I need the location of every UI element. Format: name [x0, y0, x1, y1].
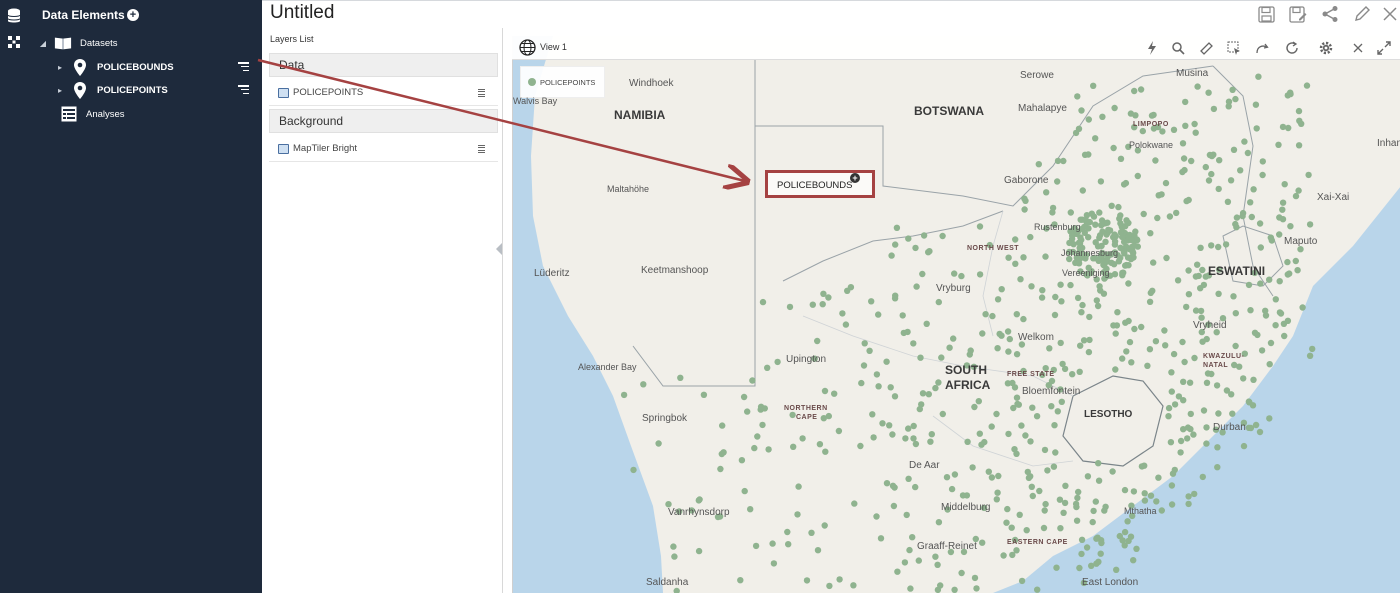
- city-label: Polokwane: [1129, 140, 1174, 150]
- city-label: Walvis Bay: [513, 96, 558, 106]
- gear-icon[interactable]: [1318, 40, 1334, 56]
- city-label: Welkom: [1018, 332, 1054, 343]
- city-label: De Aar: [909, 460, 940, 471]
- city-label: Middelburg: [941, 502, 991, 513]
- country-label: AFRICA: [945, 378, 991, 392]
- city-label: Graaff-Reinet: [917, 541, 977, 552]
- province-label: NATAL: [1203, 362, 1229, 369]
- city-label: Johannesburg: [1061, 248, 1119, 258]
- city-label: Maputo: [1284, 236, 1318, 247]
- province-label: EASTERN CAPE: [1007, 539, 1068, 546]
- close-icon[interactable]: [1350, 40, 1366, 56]
- search-icon[interactable]: [1170, 40, 1186, 56]
- annotation-arrow: [257, 58, 1400, 593]
- city-label: Saldanha: [646, 577, 689, 588]
- city-label: East London: [1082, 577, 1139, 588]
- city-label: Lüderitz: [534, 268, 570, 279]
- refresh-icon[interactable]: [1284, 40, 1300, 56]
- city-label: Upington: [786, 354, 827, 365]
- province-label: CAPE: [796, 414, 818, 421]
- province-label: KWAZULU-: [1203, 353, 1245, 360]
- city-label: Alexander Bay: [578, 362, 637, 372]
- country-label: BOTSWANA: [914, 104, 984, 118]
- city-label: Springbok: [642, 413, 688, 424]
- province-label: NORTHERN: [784, 405, 828, 412]
- map-view-toolbar: View 1: [512, 36, 1400, 60]
- country-label: LESOTHO: [1084, 409, 1133, 420]
- legend-swatch: [528, 78, 536, 86]
- ruler-icon[interactable]: [1198, 40, 1214, 56]
- redo-icon[interactable]: [1254, 40, 1270, 56]
- map-legend: POLICEPOINTS: [520, 66, 605, 98]
- city-label: Serowe: [1020, 70, 1054, 81]
- country-label: ESWATINI: [1208, 264, 1266, 278]
- province-label: LIMPOPO: [1133, 121, 1169, 128]
- city-label: Mahalapye: [1018, 103, 1067, 114]
- legend-label: POLICEPOINTS: [540, 78, 596, 87]
- callout-label: POLICEBOUNDS: [777, 180, 853, 191]
- city-label: Vryheid: [1193, 320, 1227, 331]
- globe-icon: [519, 39, 536, 56]
- city-label: Mthatha: [1124, 506, 1157, 516]
- lightning-icon[interactable]: [1144, 40, 1160, 56]
- city-label: Durban: [1213, 422, 1246, 433]
- city-label: Bloemfontein: [1022, 386, 1081, 397]
- policebounds-drop-target[interactable]: POLICEBOUNDS +: [765, 170, 875, 198]
- city-label: Vanrhynsdorp: [668, 507, 730, 518]
- view-title: View 1: [540, 42, 567, 52]
- city-label: Vryburg: [936, 283, 971, 294]
- expand-icon[interactable]: [1376, 40, 1392, 56]
- add-icon: +: [850, 173, 860, 183]
- city-label: Xai-Xai: [1317, 192, 1350, 203]
- city-label: Vereeniging: [1062, 268, 1110, 278]
- country-label: SOUTH: [945, 363, 987, 377]
- city-label: Musina: [1176, 68, 1209, 79]
- city-label: Gaborone: [1004, 175, 1049, 186]
- city-label: Windhoek: [629, 78, 674, 89]
- province-label: FREE STATE: [1007, 371, 1055, 378]
- select-icon[interactable]: [1226, 40, 1242, 56]
- city-label: Inhambane: [1377, 138, 1400, 149]
- city-label: Maltahöhe: [607, 184, 650, 194]
- province-label: NORTH WEST: [967, 245, 1020, 252]
- city-label: Rustenburg: [1034, 222, 1081, 232]
- country-label: NAMIBIA: [614, 108, 666, 122]
- city-label: Keetmanshoop: [641, 265, 709, 276]
